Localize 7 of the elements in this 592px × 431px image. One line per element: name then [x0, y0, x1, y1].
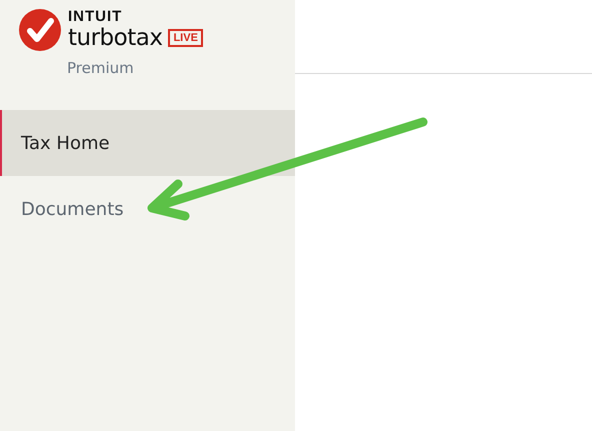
edition-label: Premium — [67, 59, 135, 77]
nav-item[interactable]: Documents — [0, 176, 295, 242]
check-logo-icon — [19, 9, 61, 51]
nav-item[interactable]: Tax Home — [0, 110, 295, 176]
company-name: INTUIT — [68, 9, 124, 25]
live-badge: LIVE — [168, 29, 203, 47]
product-name: turbotax — [68, 25, 162, 51]
